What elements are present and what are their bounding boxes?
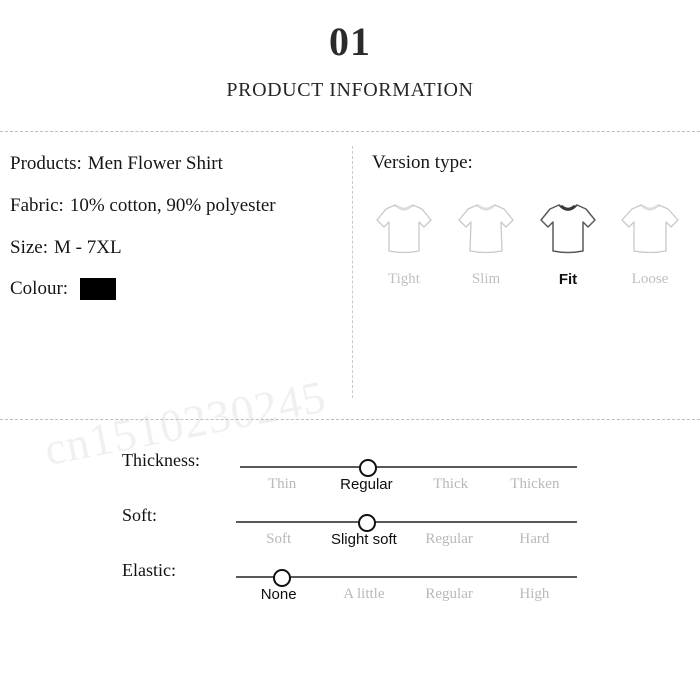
version-option-label: Tight xyxy=(388,271,420,287)
slider-tick[interactable]: Thick xyxy=(409,476,493,493)
fabric-label: Fabric: xyxy=(10,194,64,216)
version-option-label: Fit xyxy=(558,271,578,288)
slider-tick[interactable]: Thin xyxy=(240,476,324,493)
slider-row-soft: Soft: Soft Slight soft Regular Hard xyxy=(0,505,700,560)
fabric-value: 10% cotton, 90% polyester xyxy=(69,194,276,216)
slider-label-soft: Soft: xyxy=(122,505,158,525)
colour-label: Colour: xyxy=(10,278,69,300)
slider-ticks-thickness: Thin Regular Thick Thicken xyxy=(240,476,577,493)
attribute-sliders: Thickness: Thin Regular Thick Thicken So… xyxy=(0,450,700,615)
divider-middle xyxy=(0,419,700,420)
version-option-slim[interactable]: Slim xyxy=(454,196,518,288)
version-option-tight[interactable]: Tight xyxy=(372,196,436,288)
slider-label-elastic: Elastic: xyxy=(122,560,176,580)
size-value: M - 7XL xyxy=(54,236,122,258)
slider-ticks-elastic: None A little Regular High xyxy=(236,586,577,603)
slider-tick-selected[interactable]: Regular xyxy=(324,476,408,493)
version-option-label: Slim xyxy=(471,271,501,287)
slider-tick[interactable]: High xyxy=(492,586,577,603)
product-specs-panel: Products: Men Flower Shirt Fabric: 10% cot… xyxy=(10,152,345,301)
page-header: 01 PRODUCT INFORMATION xyxy=(0,0,700,102)
version-option-label: Loose xyxy=(631,271,669,287)
size-label: Size: xyxy=(10,236,48,258)
slider-ticks-soft: Soft Slight soft Regular Hard xyxy=(236,531,577,548)
slider-track-thickness[interactable] xyxy=(240,466,577,468)
slider-tick[interactable]: Hard xyxy=(492,531,577,548)
slider-knob-thickness[interactable] xyxy=(359,459,377,477)
tshirt-icon xyxy=(536,196,600,263)
colour-swatch[interactable] xyxy=(80,278,117,301)
slider-knob-soft[interactable] xyxy=(358,514,376,532)
version-option-fit[interactable]: Fit xyxy=(536,196,600,288)
divider-top xyxy=(0,131,700,132)
slider-track-soft[interactable] xyxy=(236,521,577,523)
slider-tick-selected[interactable]: None xyxy=(236,586,321,603)
tshirt-icon xyxy=(372,196,436,263)
spec-row-size: Size: M - 7XL xyxy=(10,236,345,260)
version-type-panel: Version type: Tight Slim Fit Loose xyxy=(372,152,692,288)
slider-tick[interactable]: A little xyxy=(321,586,406,603)
tshirt-icon xyxy=(618,196,682,263)
slider-label-thickness: Thickness: xyxy=(122,450,200,470)
version-type-options: Tight Slim Fit Loose xyxy=(372,196,692,288)
page-title: PRODUCT INFORMATION xyxy=(226,79,474,101)
spec-row-products: Products: Men Flower Shirt xyxy=(10,152,345,176)
slider-knob-elastic[interactable] xyxy=(273,569,291,587)
spec-row-fabric: Fabric: 10% cotton, 90% polyester xyxy=(10,194,345,218)
slider-tick[interactable]: Regular xyxy=(407,586,492,603)
products-label: Products: xyxy=(10,153,82,174)
spec-row-colour: Colour: xyxy=(10,277,345,301)
slider-tick[interactable]: Soft xyxy=(236,531,321,548)
products-value: Men Flower Shirt xyxy=(87,153,223,174)
slider-tick[interactable]: Regular xyxy=(407,531,492,548)
version-option-loose[interactable]: Loose xyxy=(618,196,682,288)
divider-vertical xyxy=(352,146,353,398)
slider-row-elastic: Elastic: None A little Regular High xyxy=(0,560,700,615)
version-type-title: Version type: xyxy=(372,152,473,173)
slider-tick-selected[interactable]: Slight soft xyxy=(321,531,406,548)
slider-row-thickness: Thickness: Thin Regular Thick Thicken xyxy=(0,450,700,505)
section-number: 01 xyxy=(329,19,371,64)
tshirt-icon xyxy=(454,196,518,263)
slider-tick[interactable]: Thicken xyxy=(493,476,577,493)
